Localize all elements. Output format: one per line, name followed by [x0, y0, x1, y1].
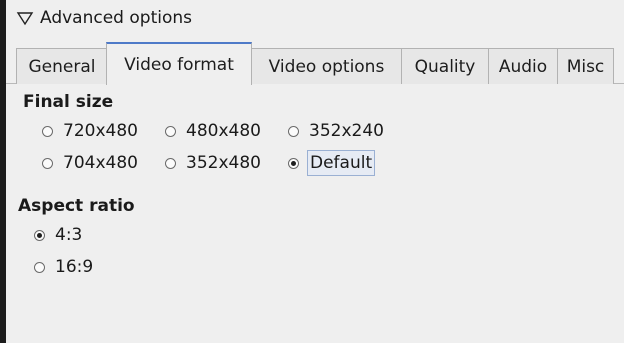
final-size-heading: Final size — [23, 92, 114, 112]
aspect-ratio-option-4-3[interactable]: 4:3 — [34, 222, 84, 248]
tab-misc[interactable]: Misc — [558, 48, 614, 84]
final-size-option-704x480[interactable]: 704x480 — [42, 150, 140, 176]
final-size-option-352x480[interactable]: 352x480 — [165, 150, 263, 176]
tab-bar: General Video format Video options Quali… — [6, 42, 624, 85]
final-size-option-480x480[interactable]: 480x480 — [165, 118, 263, 144]
tab-audio[interactable]: Audio — [489, 48, 558, 84]
radio-button-selected[interactable] — [288, 157, 299, 169]
radio-button-selected[interactable] — [34, 229, 45, 241]
advanced-options-expander[interactable]: Advanced options — [6, 0, 624, 36]
radio-button[interactable] — [42, 157, 53, 169]
aspect-ratio-heading: Aspect ratio — [18, 196, 135, 216]
tab-quality[interactable]: Quality — [402, 48, 489, 84]
radio-button[interactable] — [42, 125, 53, 137]
radio-button[interactable] — [165, 125, 176, 137]
video-format-panel: Final size 720x480 480x480 352x240 704x4… — [6, 84, 624, 343]
tab-video-format[interactable]: Video format — [106, 42, 252, 85]
radio-button[interactable] — [34, 261, 45, 273]
final-size-option-352x240[interactable]: 352x240 — [288, 118, 386, 144]
tab-video-options[interactable]: Video options — [252, 48, 402, 84]
aspect-ratio-option-16-9[interactable]: 16:9 — [34, 254, 95, 280]
expander-label: Advanced options — [40, 8, 192, 28]
radio-button[interactable] — [288, 125, 299, 137]
tab-general[interactable]: General — [16, 48, 108, 84]
final-size-option-default[interactable]: Default — [288, 150, 376, 176]
final-size-option-720x480[interactable]: 720x480 — [42, 118, 140, 144]
triangle-down-icon — [16, 12, 34, 26]
radio-button[interactable] — [165, 157, 176, 169]
